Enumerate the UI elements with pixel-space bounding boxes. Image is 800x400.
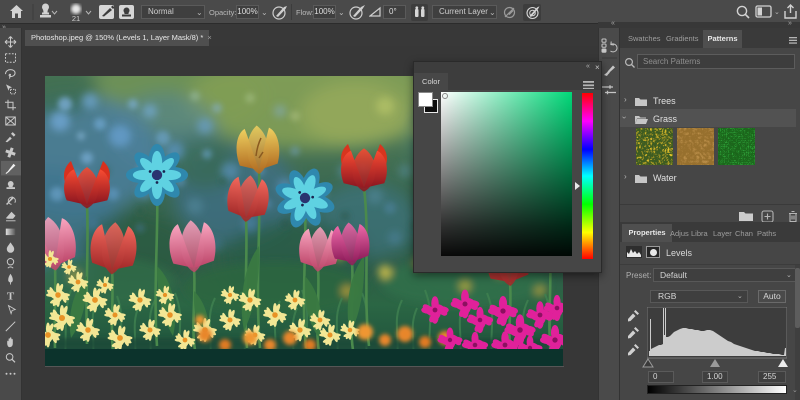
svg-text:21: 21 — [72, 14, 80, 23]
svg-text:T: T — [7, 290, 15, 302]
